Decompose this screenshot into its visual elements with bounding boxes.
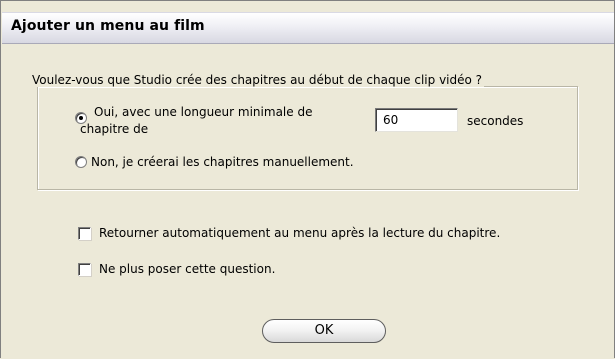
return-to-menu-checkbox[interactable] [78, 227, 91, 240]
manual-chapters-label[interactable]: Non, je créerai les chapitres manuelleme… [91, 155, 354, 169]
return-to-menu-label[interactable]: Retourner automatiquement au menu après … [99, 226, 500, 240]
title-bar[interactable]: Ajouter un menu au film [2, 12, 614, 44]
dont-ask-again-label[interactable]: Ne plus poser cette question. [99, 262, 275, 276]
auto-chapters-label-line1[interactable]: Oui, avec une longueur minimale de [94, 105, 312, 119]
ok-button[interactable]: OK [262, 319, 386, 343]
auto-chapters-label-line2[interactable]: chapitre de [80, 122, 148, 136]
dialog-title: Ajouter un menu au film [11, 18, 205, 34]
dont-ask-again-checkbox[interactable] [78, 263, 91, 276]
seconds-unit-label: secondes [467, 114, 524, 128]
chapters-group-legend: Voulez-vous que Studio crée des chapitre… [30, 73, 485, 87]
add-menu-dialog: Ajouter un menu au film Voulez-vous que … [0, 0, 615, 358]
manual-chapters-radio[interactable] [75, 156, 87, 168]
radio-selected-dot [79, 116, 83, 120]
min-chapter-length-input[interactable]: 60 [375, 108, 458, 132]
chapters-groupbox [37, 86, 578, 190]
